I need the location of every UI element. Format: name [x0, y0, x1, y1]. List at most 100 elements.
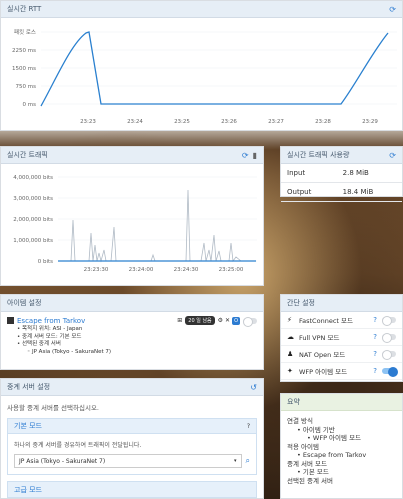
usage-label: Output — [281, 182, 337, 202]
rtt-chart: 0 ms 750 ms 1500 ms 2250 ms 패킷 로스 23:23 23:24 2… — [12, 28, 397, 125]
settings-icon[interactable]: ⚙ — [218, 317, 223, 324]
windows-icon: ⊞ — [177, 317, 183, 324]
summary-header: 요약 — [281, 394, 402, 411]
y-tick-label: 4,000,000 bits — [13, 175, 53, 181]
usage-title: 실시간 트래픽 사용량 — [287, 151, 350, 159]
help-icon[interactable]: ? — [373, 367, 377, 375]
x-tick-label: 23:25 — [174, 119, 190, 125]
help-icon[interactable]: ? — [247, 423, 250, 430]
traffic-header: 실시간 트래픽 ⟳ ▮ — [1, 147, 263, 164]
quick-setting-label: Full VPN 모드 — [299, 334, 340, 342]
usage-row: Input 2.8 MiB — [281, 164, 402, 183]
usage-value: 2.8 MiB — [336, 164, 402, 183]
relay-title: 중계 서버 설정 — [7, 383, 51, 391]
summary-title: 요약 — [287, 398, 300, 406]
y-tick-label: 2,000,000 bits — [13, 217, 53, 223]
usage-label: Input — [281, 164, 337, 183]
quick-setting-row[interactable]: ⚡ FastConnect 모드? — [281, 312, 402, 329]
quick-setting-row[interactable]: ✦ WFP 아이템 모드? — [281, 363, 402, 380]
refresh-icon[interactable]: ⟳ — [242, 151, 249, 160]
chevron-down-icon: ▾ — [234, 458, 237, 464]
y-tick-label: 0 bits — [38, 259, 53, 265]
y-tick-label: 750 ms — [16, 84, 37, 90]
summary-item: 기본 모드 — [287, 468, 396, 477]
basic-mode-title[interactable]: 기본 모드 — [14, 421, 42, 431]
quick-settings-title: 간단 설정 — [287, 299, 315, 307]
summary-heading: 연결 방식 — [287, 417, 313, 425]
usage-row: Output 18.4 MiB — [281, 182, 402, 202]
x-tick-label: 23:24:00 — [129, 267, 154, 273]
item-line: • 선택된 중계 서버 — [17, 341, 61, 347]
help-icon[interactable]: ? — [373, 316, 377, 324]
usage-value: 18.4 MiB — [336, 182, 402, 202]
x-tick-label: 23:23:30 — [84, 267, 109, 273]
refresh-icon[interactable]: ⟳ — [389, 151, 396, 160]
basic-mode-desc: 하나의 중계 서버를 경유하여 트래픽이 전달됩니다. — [14, 442, 142, 449]
quick-setting-label: FastConnect 모드 — [299, 317, 353, 325]
quick-settings-panel: 간단 설정 ⚡ FastConnect 모드? ☁ Full VPN 모드? ♟ NAT … — [280, 294, 403, 382]
reset-icon[interactable]: ↺ — [250, 383, 257, 392]
traffic-panel: 실시간 트래픽 ⟳ ▮ 0 bits 1,000,000 bits 2,000,00… — [0, 146, 264, 286]
traffic-chart: 0 bits 1,000,000 bits 2,000,000 bits 3,000,… — [13, 175, 257, 273]
days-left-badge: 20 일 남음 — [185, 316, 215, 325]
relay-server-select-value: JP Asia (Tokyo - SakuraNet 7) — [19, 457, 106, 465]
item-name[interactable]: Escape from Tarkov — [17, 317, 85, 325]
quick-setting-label: WFP 아이템 모드 — [299, 368, 348, 376]
item-settings-header: 아이템 설정 — [1, 295, 263, 312]
summary-subitem: WFP 아이템 모드 — [287, 434, 396, 443]
x-tick-label: 23:29 — [362, 119, 378, 125]
usage-panel: 실시간 트래픽 사용량 ⟳ Input 2.8 MiB Output 18.4 … — [280, 146, 403, 202]
y-tick-label: 3,000,000 bits — [13, 196, 53, 202]
y-tick-label: 1500 ms — [12, 66, 36, 72]
summary-item: 아이템 기반 — [287, 426, 396, 435]
item-line: • 중계 서버 모드: 기본 모드 — [17, 333, 82, 340]
info-icon[interactable]: O — [232, 316, 240, 325]
quick-setting-toggle[interactable] — [382, 333, 396, 343]
rtt-title: 실시간 RTT — [7, 5, 42, 13]
item-settings-title: 아이템 설정 — [7, 299, 42, 307]
quick-setting-toggle[interactable] — [382, 316, 396, 326]
relay-server-select[interactable]: JP Asia (Tokyo - SakuraNet 7) ▾ — [14, 454, 242, 468]
y-tick-label: 패킷 로스 — [14, 28, 36, 36]
quick-setting-row[interactable]: ☁ Full VPN 모드? — [281, 329, 402, 346]
y-tick-label: 0 ms — [23, 102, 37, 108]
item-settings-panel: 아이템 설정 Escape from Tarkov ⊞ 20 일 남음 ⚙ ✕ … — [0, 294, 264, 370]
summary-panel: 요약 연결 방식아이템 기반WFP 아이템 모드적용 아이템Escape fro… — [280, 393, 403, 499]
quick-setting-label: NAT Open 모드 — [299, 351, 346, 359]
help-icon[interactable]: ? — [373, 350, 377, 358]
summary-heading: 선택된 중계 서버 — [287, 476, 333, 485]
basic-mode-box: 기본 모드 ? 하나의 중계 서버를 경유하여 트래픽이 전달됩니다. JP A… — [7, 418, 257, 475]
item-toggle[interactable] — [243, 316, 257, 327]
quick-setting-icon: ✦ — [287, 367, 293, 375]
help-icon[interactable]: ? — [373, 333, 377, 341]
search-icon[interactable]: ⌕ — [246, 456, 250, 466]
traffic-title: 실시간 트래픽 — [7, 151, 48, 159]
x-tick-label: 23:28 — [315, 119, 331, 125]
quick-setting-icon: ♟ — [287, 350, 294, 358]
refresh-icon[interactable]: ⟳ — [389, 5, 396, 14]
rtt-panel: 실시간 RTT ⟳ 0 ms 750 ms 1500 ms 2250 ms 패킷 로스 2… — [0, 0, 403, 131]
summary-heading: 적용 아이템 — [287, 442, 319, 451]
quick-settings-header: 간단 설정 — [281, 295, 402, 312]
item-line: • 목적지 위치: ASI - Japan — [17, 326, 83, 332]
usage-header: 실시간 트래픽 사용량 ⟳ — [281, 147, 402, 164]
summary-item: Escape from Tarkov — [287, 451, 396, 460]
quick-setting-icon: ⚡ — [287, 316, 292, 324]
quick-setting-toggle[interactable] — [382, 367, 398, 377]
relay-desc: 사용할 중계 서버를 선택하십시오. — [7, 404, 99, 412]
rtt-header: 실시간 RTT ⟳ — [1, 1, 402, 18]
x-tick-label: 23:25:00 — [219, 267, 244, 273]
traffic-line — [58, 189, 256, 263]
summary-heading: 중계 서버 모드 — [287, 459, 328, 468]
advanced-mode-title[interactable]: 고급 모드 — [14, 485, 42, 495]
bar-chart-icon[interactable]: ▮ — [253, 151, 257, 160]
y-tick-label: 2250 ms — [12, 48, 36, 54]
advanced-mode-box[interactable]: 고급 모드 — [7, 481, 257, 498]
game-icon — [7, 317, 14, 324]
relay-panel: 중계 서버 설정 ↺ 사용할 중계 서버를 선택하십시오. 기본 모드 ? 하나… — [0, 378, 264, 499]
quick-setting-row[interactable]: ♟ NAT Open 모드? — [281, 346, 402, 363]
quick-setting-toggle[interactable] — [382, 350, 396, 360]
delete-icon[interactable]: ✕ — [225, 317, 230, 324]
item-server: JP Asia (Tokyo - SakuraNet 7) — [17, 349, 257, 357]
usage-table: Input 2.8 MiB Output 18.4 MiB — [281, 164, 402, 202]
